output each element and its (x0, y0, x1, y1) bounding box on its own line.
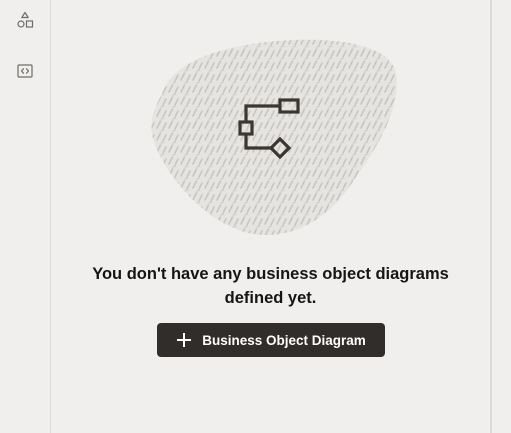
empty-state-message: You don't have any business object diagr… (51, 262, 490, 310)
blob-illustration (151, 39, 397, 236)
empty-state-message-line2: defined yet. (224, 289, 317, 307)
plus-icon (176, 332, 192, 348)
shapes-icon[interactable] (13, 8, 37, 32)
app-window: You don't have any business object diagr… (0, 0, 511, 433)
empty-state-message-line1: You don't have any business object diagr… (92, 265, 449, 283)
code-icon[interactable] (13, 59, 37, 83)
main-panel: You don't have any business object diagr… (51, 0, 490, 433)
empty-state-illustration (144, 34, 404, 239)
add-business-object-diagram-button[interactable]: Business Object Diagram (157, 323, 385, 357)
textured-blob (151, 39, 397, 236)
right-panel-edge (490, 0, 511, 433)
left-rail (0, 0, 51, 433)
add-business-object-diagram-label: Business Object Diagram (202, 332, 366, 348)
